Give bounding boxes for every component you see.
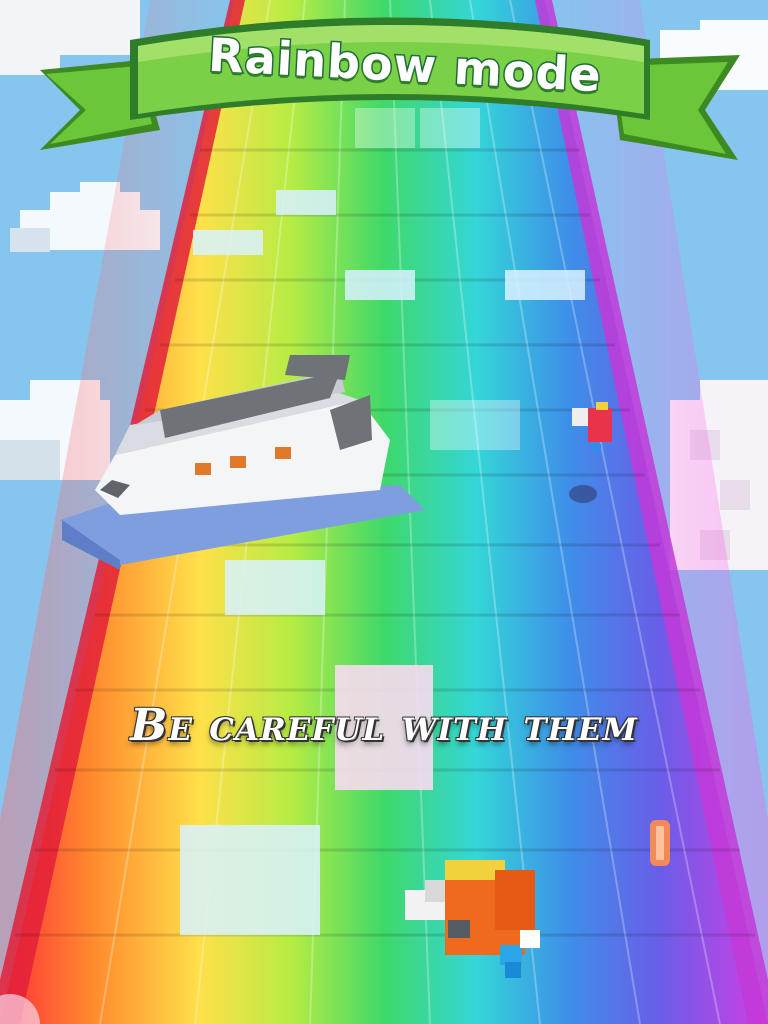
title-banner: Rainbow mode xyxy=(0,0,768,190)
coin-icon xyxy=(650,820,670,866)
ribbon-shape xyxy=(40,17,740,160)
hint-caption: Be careful with them xyxy=(130,700,638,751)
